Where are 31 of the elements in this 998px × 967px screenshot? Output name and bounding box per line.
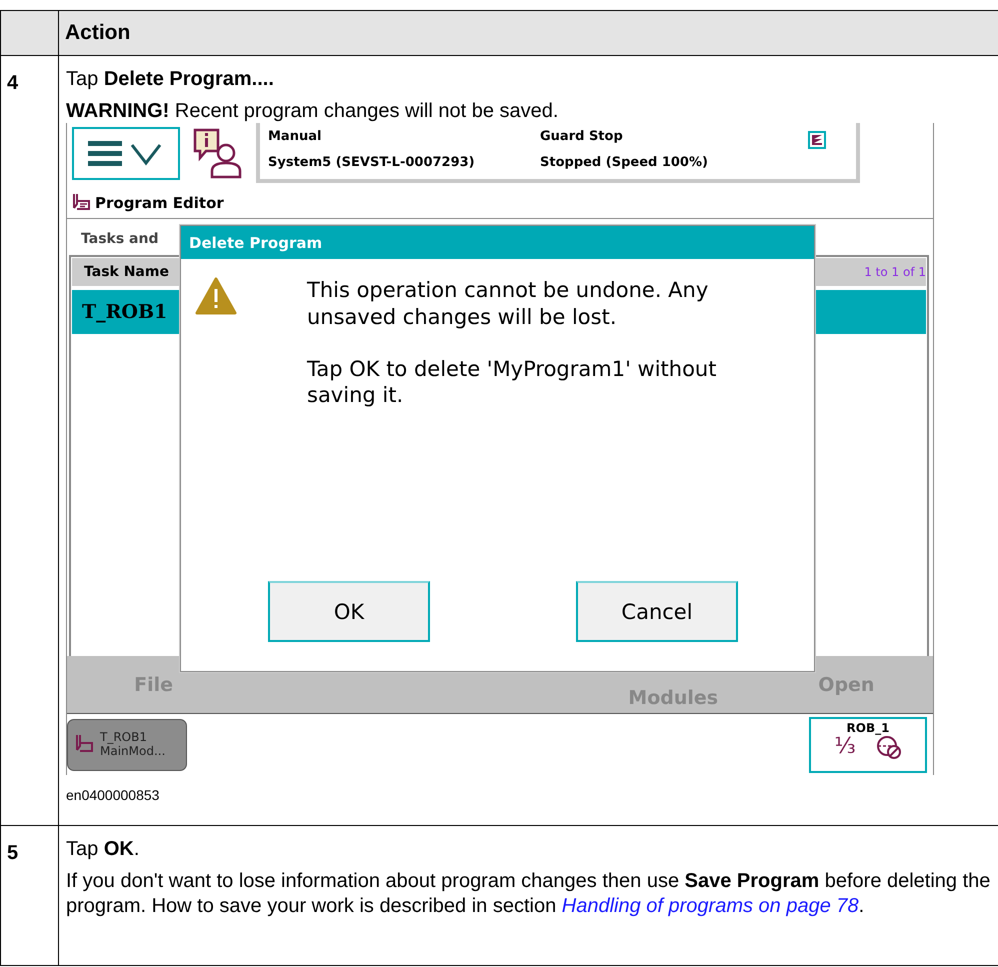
step-instruction: Tap OK. <box>66 838 140 862</box>
dialog-title: Delete Program <box>181 226 814 260</box>
step-note: WARNING! Recent program changes will not be saved. <box>66 99 560 124</box>
step-number: 4 <box>0 56 58 826</box>
step-instruction: Tap Delete Program.... <box>66 68 275 91</box>
run-state: Stopped (Speed 100%) <box>540 155 709 172</box>
app-title: Program Editor <box>95 194 224 212</box>
step-number: 5 <box>0 826 58 966</box>
section-label: Tasks and <box>81 231 158 248</box>
column-header: Action <box>58 11 998 56</box>
warning-icon <box>195 277 237 316</box>
dialog-button[interactable]: Cancel <box>576 581 738 642</box>
figure-id: en0400000853 <box>66 787 160 804</box>
step-note: If you don't want to lose information about program changes then use Save Program before deleting the program. How to save your work is described in section Handling of programs on page 78. <box>66 869 992 918</box>
section-link[interactable]: Handling of programs on page 78 <box>562 894 859 917</box>
system-name: System5 (SEVST-L-0007293) <box>268 155 476 172</box>
row-range: 1 to 1 of 1 <box>864 265 926 280</box>
dialog-button[interactable]: OK <box>268 581 430 642</box>
column-header: Task Name <box>84 264 169 280</box>
robot-status-panel[interactable]: ROB_1 ⅓ <box>809 716 927 773</box>
task-button[interactable]: T_ROB1 MainMod... <box>67 718 187 771</box>
robot-name: ROB_1 <box>846 720 890 735</box>
operating-mode: Manual <box>268 129 322 146</box>
menu-button[interactable] <box>72 127 180 180</box>
info-person-icon[interactable] <box>192 127 242 180</box>
dialog-message: This operation cannot be undone. Any unsaved changes will be lost. <box>307 277 710 330</box>
program-editor-icon <box>71 192 91 213</box>
dialog-message: Tap OK to delete 'MyProgram1' without saving it. <box>307 356 718 408</box>
jog-disabled-icon <box>876 734 902 759</box>
speed-fraction: ⅓ <box>834 736 856 758</box>
controller-state: Guard Stop <box>540 129 624 146</box>
